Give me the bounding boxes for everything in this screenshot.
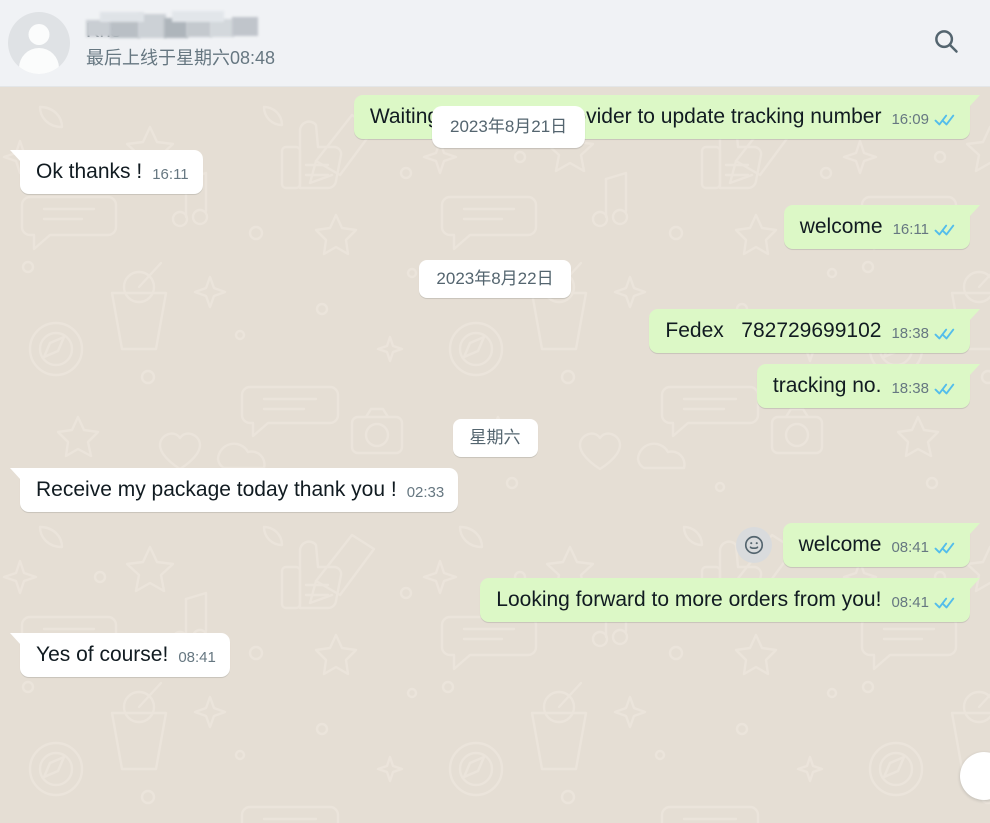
message-row: tracking no. 18:38: [20, 364, 981, 408]
date-divider-pill: 星期六: [452, 419, 538, 457]
date-divider-pill: 2023年8月22日: [419, 260, 571, 298]
message-meta: 08:41: [891, 594, 956, 612]
floating-date-pill: 2023年8月21日: [432, 106, 586, 148]
message-meta: 16:09: [891, 111, 956, 129]
message-row: Receive my package today thank you ! 02:3…: [9, 468, 970, 512]
last-seen-status: 最后上线于星期六08:48: [86, 47, 276, 68]
message-meta: 16:11: [152, 166, 188, 184]
chat-header-text[interactable]: Kris 最后上线于星期六08:48: [86, 10, 924, 69]
message-text: Receive my package today thank you !: [36, 478, 397, 501]
message-text: Yes of course!: [36, 643, 169, 666]
message-meta: 02:33: [407, 484, 445, 502]
read-receipt-double-check-icon: [934, 222, 956, 238]
search-icon: [931, 26, 961, 61]
read-receipt-double-check-icon: [934, 112, 956, 128]
message-meta: 08:41: [178, 649, 216, 667]
outgoing-message-bubble[interactable]: welcome 16:11: [783, 205, 981, 249]
message-timestamp: 18:38: [891, 380, 929, 397]
avatar-head-shape: [28, 24, 50, 45]
message-row: Ok thanks ! 16:11: [10, 150, 970, 194]
read-receipt-double-check-icon: [934, 381, 956, 397]
read-receipt-double-check-icon: [934, 540, 956, 556]
message-timestamp: 02:33: [406, 484, 445, 501]
read-receipt-double-check-icon: [934, 326, 956, 342]
emoji-reaction-button[interactable]: [735, 527, 772, 563]
message-meta: 08:41: [891, 539, 956, 557]
date-divider-row: 2023年8月22日: [20, 260, 970, 298]
message-text: Fedex 782729699102: [665, 319, 882, 342]
contact-name: Kris: [86, 19, 122, 42]
incoming-message-bubble[interactable]: Yes of course! 08:41: [10, 633, 230, 677]
message-timestamp: 16:11: [892, 221, 929, 238]
header-actions: [924, 21, 968, 65]
message-text: welcome: [799, 215, 883, 238]
outgoing-message-bubble[interactable]: Fedex 782729699102 18:38: [649, 309, 980, 353]
message-timestamp: 16:11: [152, 166, 189, 183]
message-timestamp: 08:41: [891, 539, 929, 556]
avatar-body-shape: [19, 48, 59, 74]
message-row: Looking forward to more orders from you!…: [20, 578, 980, 622]
search-button[interactable]: [924, 21, 968, 65]
message-meta: 16:11: [893, 221, 956, 239]
message-meta: 18:38: [891, 380, 956, 398]
message-timestamp: 08:41: [178, 649, 216, 666]
chat-message-area[interactable]: Waiting for logistics provider to update…: [0, 87, 990, 823]
chat-header: Kris 最后上线于星期六08:48: [0, 0, 990, 87]
message-text: welcome: [798, 533, 882, 556]
date-divider-row: 星期六: [20, 419, 970, 457]
message-text: Looking forward to more orders from you!: [496, 588, 882, 611]
message-timestamp: 18:38: [891, 325, 929, 342]
contact-name-container: Kris: [86, 10, 264, 44]
outgoing-message-bubble[interactable]: welcome 08:41: [782, 523, 981, 567]
message-timestamp: 08:41: [891, 594, 929, 611]
message-text: Ok thanks !: [36, 160, 143, 183]
message-text: tracking no.: [772, 374, 882, 397]
message-row: Fedex 782729699102 18:38: [20, 309, 980, 353]
message-timestamp: 16:09: [891, 111, 929, 128]
whatsapp-chat-window: Kris 最后上线于星期六08:48 Waiting for logistics…: [0, 0, 990, 823]
outgoing-message-bubble[interactable]: tracking no. 18:38: [756, 364, 981, 408]
avatar[interactable]: [8, 12, 70, 74]
outgoing-message-bubble[interactable]: Looking forward to more orders from you!…: [480, 578, 980, 622]
incoming-message-bubble[interactable]: Receive my package today thank you ! 02:3…: [9, 468, 459, 512]
message-meta: 18:38: [891, 325, 956, 343]
message-row: Yes of course! 08:41: [10, 633, 970, 677]
message-list: Waiting for logistics provider to update…: [0, 87, 990, 823]
incoming-message-bubble[interactable]: Ok thanks ! 16:11: [10, 150, 203, 194]
message-row: welcome 16:11: [20, 205, 981, 249]
message-row: welcome 08:41: [20, 523, 981, 567]
read-receipt-double-check-icon: [934, 595, 956, 611]
